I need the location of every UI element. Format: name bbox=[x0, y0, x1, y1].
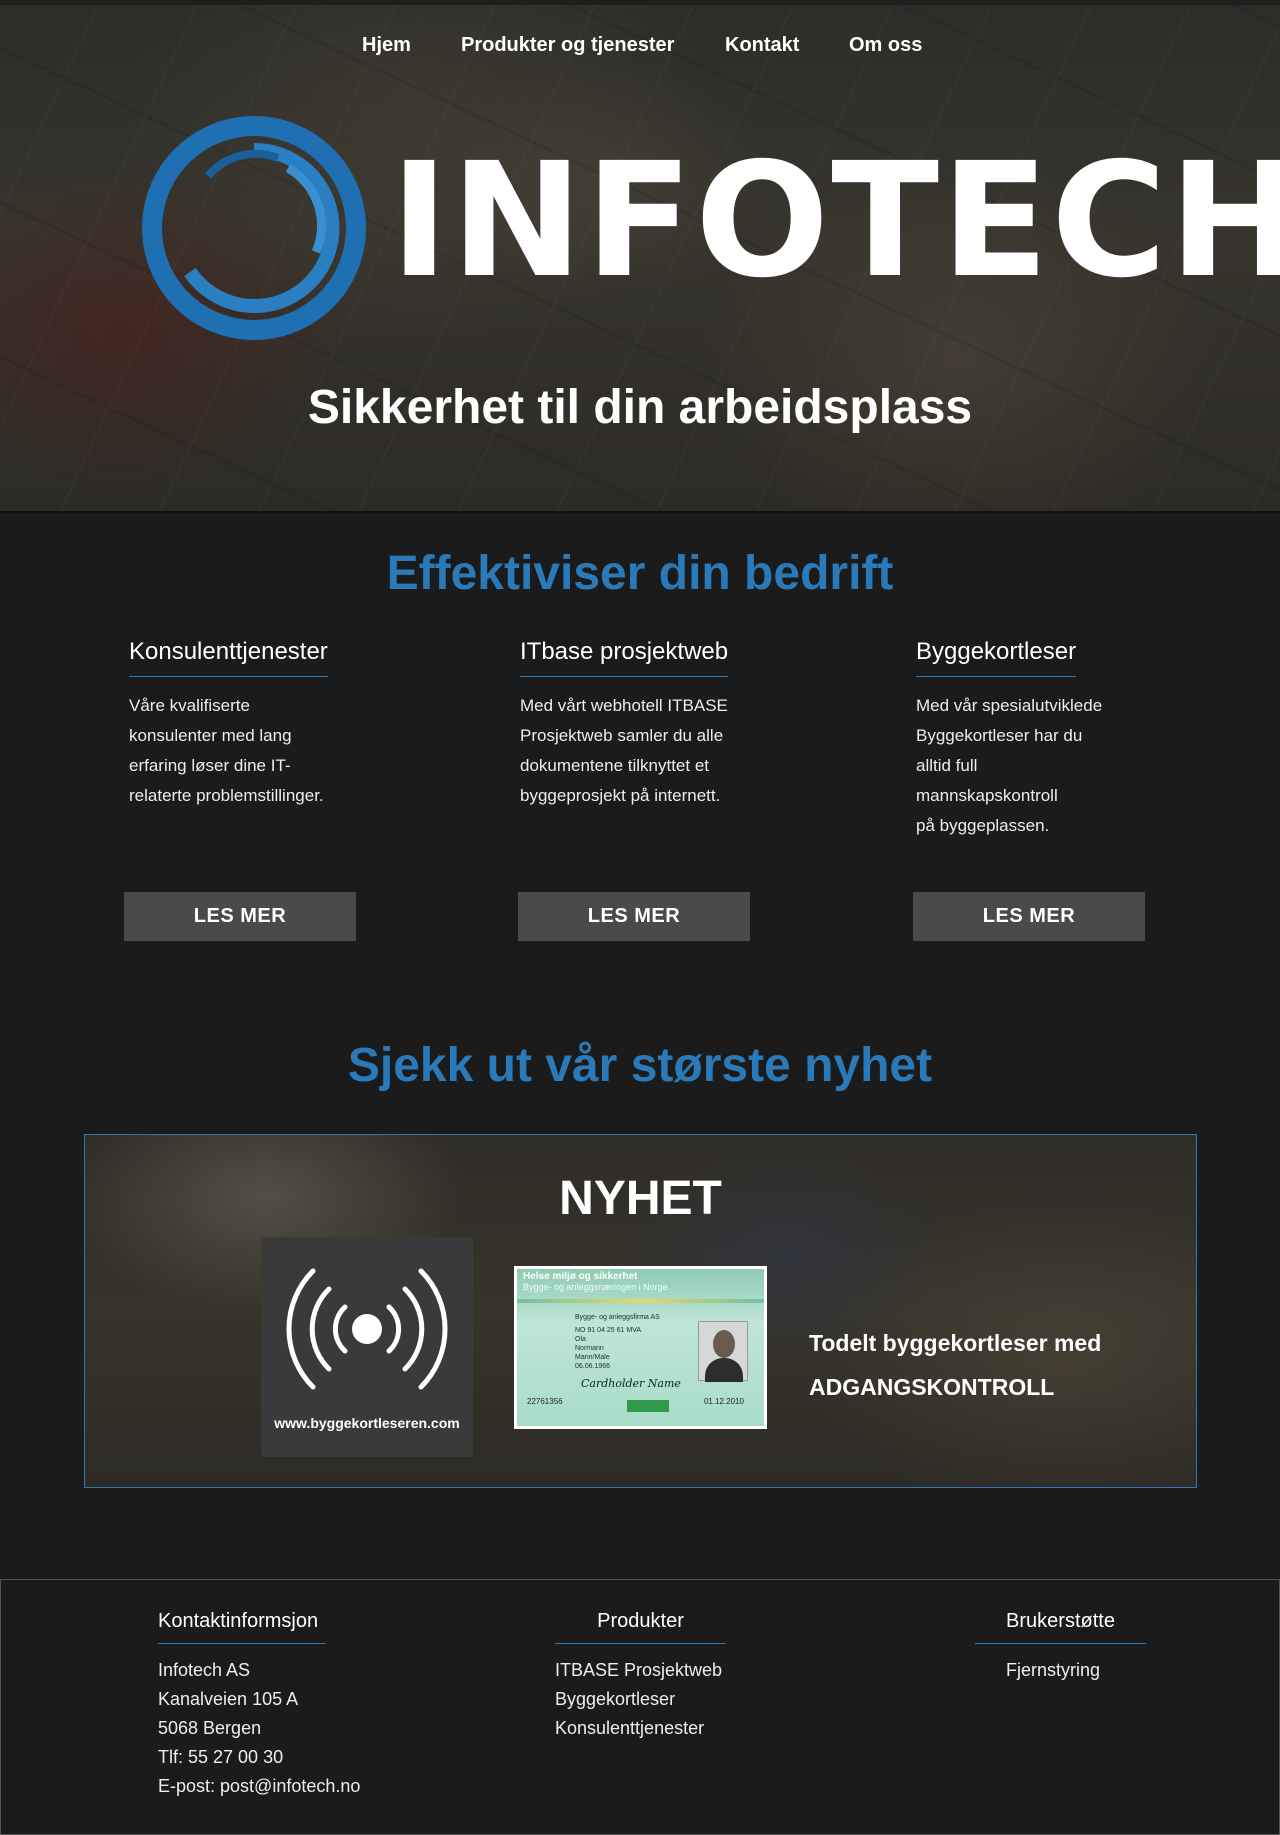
id-card: Helse miljø og sikkerhet Bygge- og anleg… bbox=[517, 1269, 764, 1426]
description-line: byggeprosjekt på internett. bbox=[520, 786, 721, 805]
hero-divider bbox=[0, 511, 1280, 513]
nav-link-kontakt[interactable]: Kontakt bbox=[725, 34, 799, 57]
hero-banner: Hjem Produkter og tjenester Kontakt Om o… bbox=[0, 0, 1280, 513]
card-first-name: Ola bbox=[575, 1336, 586, 1343]
card-photo bbox=[698, 1321, 748, 1382]
news-description: Todelt byggekortleser med ADGANGSKONTROL… bbox=[809, 1321, 1101, 1409]
description-line: dokumentene tilknyttet et bbox=[520, 756, 710, 775]
service-heading: Byggekortleser bbox=[916, 638, 1077, 677]
card-last-name: Normann bbox=[575, 1345, 604, 1352]
description-line: Med vårt webhotell ITBASE bbox=[520, 696, 728, 715]
nav-link-om-oss[interactable]: Om oss bbox=[849, 34, 922, 57]
footer-link-konsulenttjenester[interactable]: Konsulenttjenester bbox=[555, 1714, 726, 1743]
news-title: Sjekk ut vår største nyhet bbox=[347, 1039, 933, 1092]
products-list: ITBASE Prosjektweb Byggekortleser Konsul… bbox=[555, 1656, 726, 1743]
nav-link-hjem[interactable]: Hjem bbox=[362, 34, 411, 57]
service-itbase: ITbase prosjektweb Med vårt webhotell IT… bbox=[520, 638, 820, 811]
description-line: Prosjektweb samler du alle bbox=[520, 726, 724, 745]
top-border bbox=[0, 0, 1280, 5]
card-org: NO 91 04 25 61 MVA bbox=[575, 1327, 642, 1334]
card-subtitle: Bygge- og anleggsnæringen i Norge bbox=[523, 1282, 668, 1292]
footer-support: Brukerstøtte Fjernstyring bbox=[975, 1610, 1146, 1685]
description-line: alltid full bbox=[916, 756, 978, 775]
description-line: konsulenter med lang bbox=[129, 726, 292, 745]
news-text-line1: Todelt byggekortleser med bbox=[809, 1330, 1102, 1356]
les-mer-button-itbase[interactable]: LES MER bbox=[518, 892, 750, 941]
service-heading: ITbase prosjektweb bbox=[520, 638, 729, 677]
service-byggekortleser: Byggekortleser Med vår spesialutviklede … bbox=[916, 638, 1216, 841]
description-line: Med vår spesialutviklede bbox=[916, 696, 1103, 715]
card-fields: Bygge- og anleggsfirma AS NO 91 04 25 61… bbox=[523, 1313, 693, 1371]
contact-city: 5068 Bergen bbox=[158, 1718, 262, 1738]
site-footer: Kontaktinformsjon Infotech AS Kanalveien… bbox=[0, 1579, 1280, 1835]
service-konsulenttjenester: Konsulenttjenester Våre kvalifiserte kon… bbox=[129, 638, 429, 811]
service-heading: Konsulenttjenester bbox=[129, 638, 328, 677]
support-list: Fjernstyring bbox=[975, 1656, 1146, 1685]
les-mer-button-konsulent[interactable]: LES MER bbox=[124, 892, 356, 941]
news-text-line2: ADGANGSKONTROLL bbox=[809, 1374, 1055, 1400]
footer-link-itbase[interactable]: ITBASE Prosjektweb bbox=[555, 1656, 726, 1685]
card-gender: Mann/Male bbox=[575, 1354, 610, 1361]
footer-contact: Kontaktinformsjon Infotech AS Kanalveien… bbox=[158, 1610, 360, 1801]
contact-company: Infotech AS bbox=[158, 1660, 251, 1680]
card-dob: 06.06.1966 bbox=[575, 1363, 611, 1370]
news-badge: NYHET bbox=[559, 1172, 722, 1225]
card-expiry: 01.12.2010 bbox=[703, 1397, 744, 1406]
card-title: Helse miljø og sikkerhet bbox=[523, 1271, 638, 1282]
service-description: Våre kvalifiserte konsulenter med lang e… bbox=[129, 691, 429, 811]
tile-url: www.byggekortleseren.com bbox=[274, 1415, 460, 1431]
footer-link-fjernstyring[interactable]: Fjernstyring bbox=[1006, 1656, 1146, 1685]
service-description: Med vårt webhotell ITBASE Prosjektweb sa… bbox=[520, 691, 820, 811]
footer-heading-support: Brukerstøtte bbox=[975, 1610, 1146, 1644]
logo-wordmark: INFOTECH bbox=[390, 129, 1280, 313]
footer-link-byggekortleser[interactable]: Byggekortleser bbox=[555, 1685, 726, 1714]
service-description: Med vår spesialutviklede Byggekortleser … bbox=[916, 691, 1216, 841]
hms-id-card-image: Helse miljø og sikkerhet Bygge- og anleg… bbox=[514, 1266, 767, 1429]
nav-link-produkter[interactable]: Produkter og tjenester bbox=[461, 34, 674, 57]
contact-address: Kanalveien 105 A bbox=[158, 1689, 299, 1709]
card-number: 22761356 bbox=[527, 1397, 563, 1406]
description-line: Byggekortleser har du bbox=[916, 726, 1083, 745]
footer-heading-contact: Kontaktinformsjon bbox=[158, 1610, 326, 1644]
description-line: erfaring løser dine IT- bbox=[129, 756, 291, 775]
contact-phone: Tlf: 55 27 00 30 bbox=[158, 1747, 284, 1767]
card-stripe bbox=[517, 1299, 764, 1303]
description-line: relaterte problemstillinger. bbox=[129, 786, 324, 805]
news-banner[interactable]: NYHET www.byggekortleseren.com Helse mil… bbox=[84, 1134, 1197, 1488]
description-line: Våre kvalifiserte bbox=[129, 696, 250, 715]
services-title: Effektiviser din bedrift bbox=[386, 547, 894, 600]
byggekortleser-tile[interactable]: www.byggekortleseren.com bbox=[261, 1237, 473, 1457]
description-line: mannskapskontroll bbox=[916, 786, 1058, 805]
footer-heading-products: Produkter bbox=[555, 1610, 726, 1644]
wireless-signal-icon bbox=[286, 1268, 448, 1390]
main-nav: Hjem Produkter og tjenester Kontakt Om o… bbox=[0, 34, 1280, 64]
description-line: på byggeplassen. bbox=[916, 816, 1050, 835]
card-signature: Cardholder Name bbox=[581, 1377, 681, 1390]
contact-list: Infotech AS Kanalveien 105 A 5068 Bergen… bbox=[158, 1656, 360, 1801]
swirl-logo-icon bbox=[142, 116, 366, 340]
les-mer-button-byggekort[interactable]: LES MER bbox=[913, 892, 1145, 941]
card-logo-icon bbox=[627, 1400, 669, 1412]
card-company: Bygge- og anleggsfirma AS bbox=[575, 1314, 660, 1321]
hero-tagline: Sikkerhet til din arbeidsplass bbox=[307, 381, 973, 434]
footer-products: Produkter ITBASE Prosjektweb Byggekortle… bbox=[555, 1610, 726, 1743]
contact-email[interactable]: E-post: post@infotech.no bbox=[158, 1772, 360, 1801]
